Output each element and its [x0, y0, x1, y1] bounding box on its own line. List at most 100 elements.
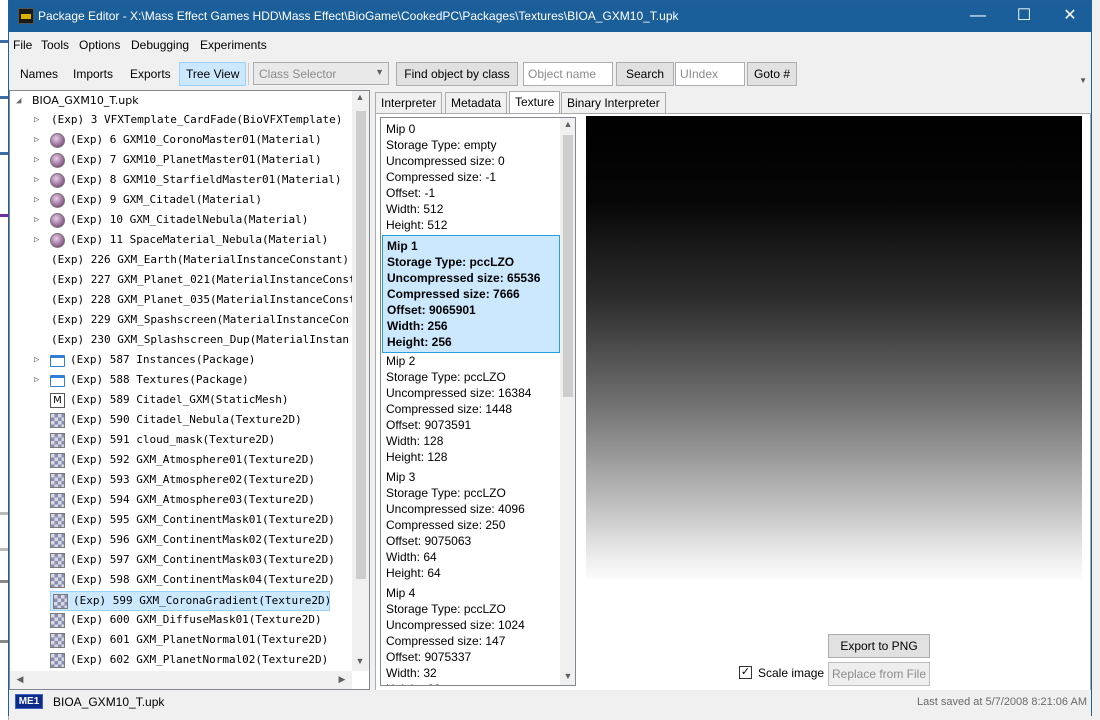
maximize-button[interactable]: ☐	[1001, 1, 1047, 32]
tree-scroll-thumb[interactable]	[356, 111, 366, 579]
mip-detail: Compressed size: 250	[386, 518, 506, 532]
chevron-down-icon: ▼	[375, 67, 384, 77]
uindex-input[interactable]: UIndex	[675, 62, 745, 86]
app-icon	[18, 8, 34, 24]
expand-arrow-icon[interactable]: ▷	[34, 191, 44, 209]
class-selector-placeholder: Class Selector	[259, 67, 337, 81]
object-name-input[interactable]: Object name	[523, 62, 613, 86]
expand-arrow-icon[interactable]: ▷	[34, 211, 44, 229]
scale-image-checkbox[interactable]: ✓	[739, 666, 752, 679]
menu-file[interactable]: File	[13, 38, 32, 52]
material-icon	[50, 153, 65, 168]
package-editor-window: Package Editor - X:\Mass Effect Games HD…	[8, 0, 1092, 716]
tree-view-panel: ◢ BIOA_GXM10_T.upk ▷ (Exp) 3 VFXTemplate_…	[9, 90, 370, 690]
tab-imports[interactable]: Imports	[66, 62, 120, 86]
expand-arrow-icon[interactable]: ▷	[34, 131, 44, 149]
expand-arrow-icon[interactable]: ▷	[34, 111, 44, 129]
menu-experiments[interactable]: Experiments	[200, 38, 267, 52]
mip-detail: Offset: 9075063	[386, 534, 472, 548]
title-bar[interactable]: Package Editor - X:\Mass Effect Games HD…	[9, 1, 1091, 32]
mip-list-scrollbar[interactable]: ▲ ▼	[560, 118, 575, 685]
expand-arrow-icon[interactable]: ▷	[34, 371, 44, 389]
tree-item-label: (Exp) 600 GXM_DiffuseMask01(Texture2D)	[70, 613, 322, 626]
tree-item[interactable]: (Exp) 599 GXM_CoronaGradient(Texture2D)	[50, 591, 332, 611]
replace-from-file-button[interactable]: Replace from File	[828, 662, 930, 686]
mip-detail: Width: 512	[386, 202, 444, 216]
goto-button[interactable]: Goto #	[747, 62, 797, 86]
class-selector[interactable]: Class Selector ▼	[253, 62, 389, 85]
tree-vertical-scrollbar[interactable]: ▲ ▼	[352, 91, 369, 671]
mip-detail: Storage Type: empty	[386, 138, 497, 152]
texture-icon	[50, 613, 65, 628]
material-icon	[50, 193, 65, 208]
mip-entry[interactable]: Mip 3 Storage Type: pccLZO Uncompressed si…	[382, 467, 560, 583]
material-icon	[50, 213, 65, 228]
expand-arrow-icon[interactable]: ▷	[34, 231, 44, 249]
tree-item-label: (Exp) 589 Citadel_GXM(StaticMesh)	[70, 393, 289, 406]
tab-names[interactable]: Names	[13, 62, 65, 86]
mip-detail: Storage Type: pccLZO	[387, 255, 515, 269]
menu-debugging[interactable]: Debugging	[131, 38, 189, 52]
texture-icon	[50, 453, 65, 468]
toolbar: Names Imports Exports Tree View Class Se…	[9, 58, 1091, 90]
scroll-right-icon[interactable]: ▶	[334, 674, 350, 685]
scroll-up-icon[interactable]: ▲	[352, 92, 368, 102]
tab-binary-interpreter[interactable]: Binary Interpreter	[561, 92, 666, 114]
tree-item-label: (Exp) 592 GXM_Atmosphere01(Texture2D)	[70, 453, 316, 466]
texture-icon	[50, 653, 65, 668]
scroll-down-icon[interactable]: ▼	[560, 671, 575, 681]
close-button[interactable]: ✕	[1047, 1, 1093, 32]
tree-item-label: (Exp) 594 GXM_Atmosphere03(Texture2D)	[70, 493, 316, 506]
mip-detail: Uncompressed size: 16384	[386, 386, 532, 400]
mip-entry[interactable]: Mip 0 Storage Type: empty Uncompressed siz…	[382, 119, 560, 235]
tree-item-label: (Exp) 7 GXM10_PlanetMaster01(Material)	[70, 153, 322, 166]
tree-item-label: (Exp) 229 GXM_Spashscreen(MaterialInstan…	[51, 313, 350, 326]
mip-entry[interactable]: Mip 1 Storage Type: pccLZO Uncompressed si…	[382, 235, 560, 353]
tab-interpreter[interactable]: Interpreter	[375, 92, 443, 114]
mip-scroll-thumb[interactable]	[563, 135, 573, 397]
tree-horizontal-scrollbar[interactable]: ◀ ▶	[10, 671, 352, 689]
toolbar-separator	[248, 63, 249, 85]
static-mesh-icon: M	[50, 393, 65, 408]
find-by-class-button[interactable]: Find object by class	[396, 62, 518, 86]
scroll-left-icon[interactable]: ◀	[12, 674, 28, 685]
toolbar-overflow-icon[interactable]: ▼	[1079, 76, 1087, 85]
tab-metadata[interactable]: Metadata	[445, 92, 508, 114]
mip-detail: Compressed size: -1	[386, 170, 497, 184]
mip-entry[interactable]: Mip 2 Storage Type: pccLZO Uncompressed si…	[382, 351, 560, 467]
mip-detail: Uncompressed size: 65536	[387, 271, 541, 285]
minimize-button[interactable]: —	[955, 1, 1001, 32]
mip-detail: Width: 128	[386, 434, 444, 448]
status-file-name: BIOA_GXM10_T.upk	[53, 695, 165, 709]
window-title: Package Editor - X:\Mass Effect Games HD…	[38, 9, 679, 23]
mip-detail: Uncompressed size: 1024	[386, 618, 525, 632]
menu-tools[interactable]: Tools	[41, 38, 69, 52]
tab-tree-view[interactable]: Tree View	[179, 62, 247, 86]
scroll-down-icon[interactable]: ▼	[352, 656, 368, 666]
collapse-arrow-icon[interactable]: ◢	[16, 92, 26, 110]
texture-icon	[50, 473, 65, 488]
tree-item-label: (Exp) 599 GXM_CoronaGradient(Texture2D)	[73, 594, 332, 607]
tree-item-label: (Exp) 8 GXM10_StarfieldMaster01(Material…	[70, 173, 342, 186]
export-to-png-button[interactable]: Export to PNG	[828, 634, 930, 658]
last-saved-text: Last saved at 5/7/2008 8:21:06 AM	[916, 696, 1087, 708]
mip-detail: Width: 256	[387, 319, 448, 333]
menu-options[interactable]: Options	[79, 38, 120, 52]
mip-detail: Height: 32	[386, 681, 556, 685]
expand-arrow-icon[interactable]: ▷	[34, 171, 44, 189]
expand-arrow-icon[interactable]: ▷	[34, 351, 44, 369]
scroll-up-icon[interactable]: ▲	[560, 119, 575, 129]
tree-item-label: (Exp) 588 Textures(Package)	[70, 373, 249, 386]
tab-texture[interactable]: Texture	[509, 91, 561, 115]
tree-root-label: BIOA_GXM10_T.upk	[32, 94, 139, 107]
mip-list[interactable]: Mip 0 Storage Type: empty Uncompressed siz…	[380, 117, 576, 686]
expand-arrow-icon[interactable]: ▷	[34, 151, 44, 169]
mip-detail: Height: 256	[387, 335, 452, 349]
status-bar: ME1 BIOA_GXM10_T.upk Last saved at 5/7/2…	[9, 690, 1091, 716]
menu-bar: File Tools Options Debugging Experiments	[9, 32, 1091, 58]
texture-icon	[50, 433, 65, 448]
mip-entry[interactable]: Mip 4 Storage Type: pccLZO Uncompressed si…	[382, 583, 560, 685]
tree-item-label: (Exp) 6 GXM10_CoronoMaster01(Material)	[70, 133, 322, 146]
search-button[interactable]: Search	[616, 62, 674, 86]
tab-exports[interactable]: Exports	[123, 62, 178, 86]
